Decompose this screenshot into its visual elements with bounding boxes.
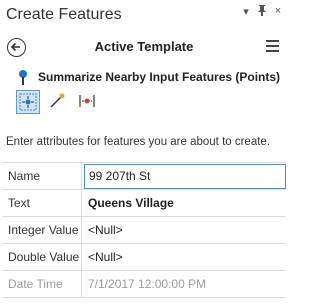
name-field[interactable]: 99 207th St: [84, 164, 286, 189]
double-field[interactable]: <Null>: [82, 244, 286, 270]
pane-controls: ▾ ×: [240, 5, 284, 19]
attribute-row-name: Name 99 207th St: [2, 163, 286, 190]
menu-button[interactable]: [266, 40, 279, 52]
integer-field[interactable]: <Null>: [82, 217, 286, 243]
pane-title: Create Features: [6, 6, 122, 23]
attribute-row-text: Text Queens Village: [2, 190, 286, 217]
close-icon[interactable]: ×: [272, 5, 284, 19]
attribute-label: Double Value: [2, 244, 82, 270]
attribute-row-integer: Integer Value <Null>: [2, 217, 286, 244]
midpoint-tool-icon: [79, 95, 95, 107]
dropdown-icon[interactable]: ▾: [240, 5, 252, 19]
attribute-label: Date Time: [2, 271, 82, 297]
template-name: Summarize Nearby Input Features (Points): [38, 70, 281, 84]
attribute-grid: Name 99 207th St Text Queens Village Int…: [2, 162, 286, 298]
active-template: Summarize Nearby Input Features (Points): [0, 66, 288, 88]
text-field[interactable]: Queens Village: [82, 190, 286, 216]
point-symbol-icon: [19, 70, 29, 86]
point-tool[interactable]: [16, 90, 40, 114]
midpoint-tool[interactable]: [76, 90, 100, 114]
datetime-field[interactable]: 7/1/2017 12:00:00 PM: [82, 271, 286, 297]
attribute-label: Integer Value: [2, 217, 82, 243]
line-tool[interactable]: [46, 90, 70, 114]
pane-titlebar: Create Features ▾ ×: [0, 0, 288, 32]
attribute-row-double: Double Value <Null>: [2, 244, 286, 271]
construction-tools: [16, 90, 100, 114]
template-header: Active Template: [0, 32, 288, 62]
attribute-label: Name: [2, 163, 82, 189]
point-tool-icon: [19, 93, 37, 111]
pin-icon[interactable]: [256, 5, 268, 19]
attribute-row-datetime: Date Time 7/1/2017 12:00:00 PM: [2, 271, 286, 298]
line-tool-icon: [50, 93, 65, 108]
attribute-label: Text: [2, 190, 82, 216]
header-title: Active Template: [94, 39, 194, 54]
attributes-hint: Enter attributes for features you are ab…: [6, 136, 271, 148]
